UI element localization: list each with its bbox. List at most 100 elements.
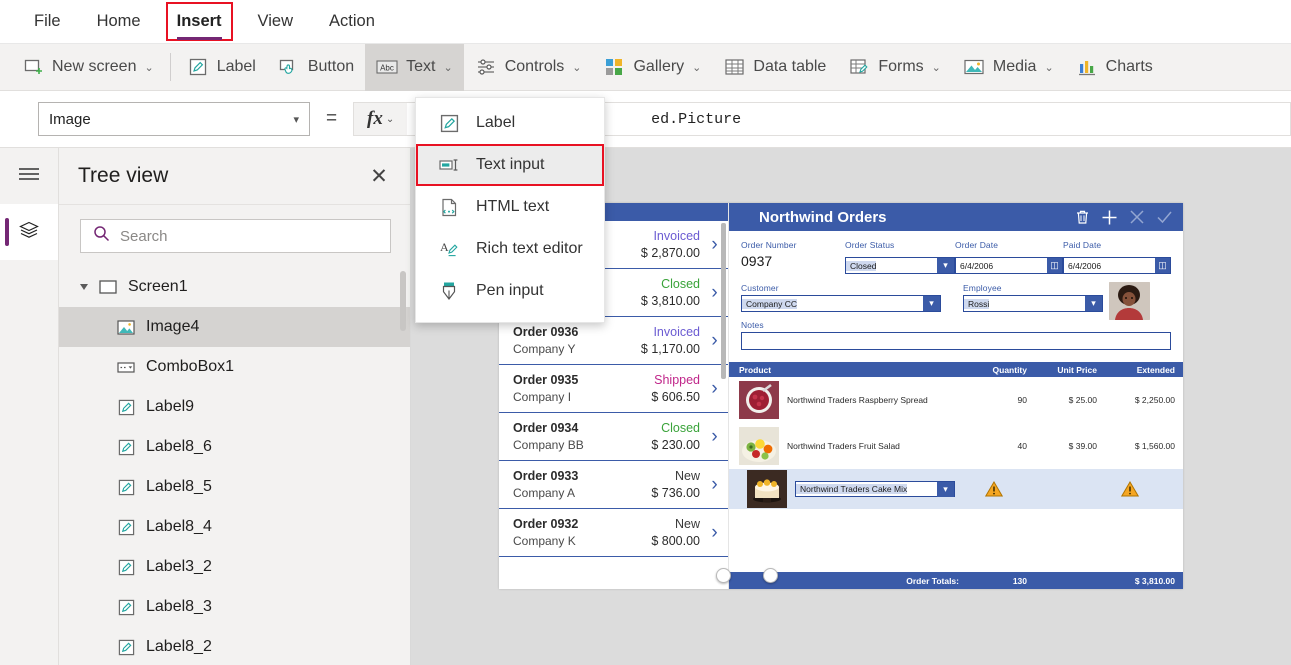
field-paid-date: Paid Date 6/4/2006 ◫ <box>1063 240 1171 274</box>
chevron-expand-icon[interactable] <box>80 284 88 290</box>
menu-item-pen-input-text: Pen input <box>476 282 544 300</box>
active-tab-underline <box>177 37 222 40</box>
ribbon-gallery-label: Gallery <box>633 58 684 76</box>
calendar-icon[interactable]: ◫ <box>1155 258 1170 273</box>
ribbon-controls[interactable]: Controls ⌄ <box>464 44 593 91</box>
product-name: Northwind Traders Raspberry Spread <box>787 395 928 405</box>
tree-node-combobox1[interactable]: ComboBox1 <box>59 347 410 387</box>
controls-icon <box>475 56 497 78</box>
ribbon-charts[interactable]: Charts <box>1065 44 1164 91</box>
trash-icon[interactable] <box>1075 209 1090 225</box>
order-status-combobox[interactable]: Closed ▾ <box>845 257 955 274</box>
chevron-down-icon[interactable]: ▾ <box>937 258 954 273</box>
resize-handle-top-left[interactable] <box>716 568 731 583</box>
order-right: Shipped $ 606.50 <box>651 372 700 406</box>
fx-button[interactable]: fx ⌄ <box>353 102 407 136</box>
new-screen-icon <box>22 56 44 78</box>
employee-combobox[interactable]: Rossi ▾ <box>963 295 1103 312</box>
paid-date-picker[interactable]: 6/4/2006 ◫ <box>1063 257 1171 274</box>
tree-node-label8_3[interactable]: Label8_3 <box>59 587 410 627</box>
menu-item-home[interactable]: Home <box>93 9 145 34</box>
hamburger-menu-button[interactable] <box>0 148 58 204</box>
chevron-down-icon: ⌄ <box>386 114 394 125</box>
menu-item-action[interactable]: Action <box>325 9 379 34</box>
tree-node-label: Label9 <box>146 398 194 416</box>
tree-node-label8_6[interactable]: Label8_6 <box>59 427 410 467</box>
chevron-down-icon[interactable]: ▾ <box>937 482 954 497</box>
ribbon-new-screen[interactable]: New screen ⌄ <box>0 44 165 91</box>
order-list-item[interactable]: Order 0936 Company Y Invoiced $ 1,170.00… <box>499 317 728 365</box>
tree-scrollbar[interactable] <box>400 271 406 331</box>
order-list-item[interactable]: Order 0935 Company I Shipped $ 606.50 › <box>499 365 728 413</box>
menu-item-file[interactable]: File <box>30 9 65 34</box>
tree-node-label8_5[interactable]: Label8_5 <box>59 467 410 507</box>
order-date-picker[interactable]: 6/4/2006 ◫ <box>955 257 1063 274</box>
check-icon[interactable] <box>1156 209 1173 225</box>
tree-node-label8_4[interactable]: Label8_4 <box>59 507 410 547</box>
table-row[interactable]: Northwind Traders Cake Mix ▾ <box>729 469 1183 509</box>
chevron-down-icon[interactable]: ▾ <box>923 296 940 311</box>
product-cell: Northwind Traders Fruit Salad <box>739 427 963 465</box>
ribbon-gallery[interactable]: Gallery ⌄ <box>592 44 712 91</box>
menu-item-rich-text-editor-text: Rich text editor <box>476 240 583 258</box>
ribbon-label[interactable]: Label <box>176 44 267 91</box>
customer-combobox[interactable]: Company CC ▾ <box>741 295 941 312</box>
cancel-icon[interactable] <box>1129 209 1145 225</box>
order-id: Order 0932 <box>513 516 651 533</box>
ribbon-forms[interactable]: Forms ⌄ <box>837 44 952 91</box>
chevron-right-icon[interactable]: › <box>707 235 722 254</box>
ribbon-forms-label: Forms <box>878 58 923 76</box>
product-combobox[interactable]: Northwind Traders Cake Mix ▾ <box>795 481 955 497</box>
tree-view-rail-button[interactable] <box>0 204 58 260</box>
order-company: Company A <box>513 485 651 501</box>
menu-item-view[interactable]: View <box>254 9 297 34</box>
menu-item-label[interactable]: Label <box>416 102 604 144</box>
tree-node-label3_2[interactable]: Label3_2 <box>59 547 410 587</box>
chevron-right-icon[interactable]: › <box>707 523 722 542</box>
ribbon-text[interactable]: Abc Text ⌄ <box>365 44 464 91</box>
label-icon <box>438 112 460 134</box>
insert-ribbon: New screen ⌄ Label Button Abc Text ⌄ Con… <box>0 44 1291 91</box>
chevron-right-icon[interactable]: › <box>707 475 722 494</box>
search-input[interactable]: Search <box>80 219 391 253</box>
order-list-item[interactable]: Order 0934 Company BB Closed $ 230.00 › <box>499 413 728 461</box>
tree-node-label9[interactable]: Label9 <box>59 387 410 427</box>
ribbon-data-table[interactable]: Data table <box>712 44 837 91</box>
chevron-right-icon[interactable]: › <box>707 331 722 350</box>
formula-bar: Image ▾ = fx ⌄ ed.Picture <box>0 91 1291 148</box>
data-table-icon <box>723 56 745 78</box>
menu-item-html-text[interactable]: HTML text <box>416 186 604 228</box>
equals-sign: = <box>326 108 337 130</box>
menu-item-text-input[interactable]: Text input <box>416 144 604 186</box>
menu-item-rich-text-editor[interactable]: A Rich text editor <box>416 228 604 270</box>
order-status-value: Closed <box>846 261 876 271</box>
chevron-right-icon[interactable]: › <box>707 283 722 302</box>
ribbon-media[interactable]: Media ⌄ <box>952 44 1065 91</box>
resize-handle-top-right[interactable] <box>763 568 778 583</box>
menu-item-pen-input[interactable]: Pen input <box>416 270 604 312</box>
order-left: Order 0934 Company BB <box>513 420 651 453</box>
field-label: Order Status <box>845 240 955 250</box>
ribbon-button[interactable]: Button <box>267 44 365 91</box>
unit-price-value: $ 39.00 <box>1027 441 1097 451</box>
gallery-scrollbar[interactable] <box>721 223 726 379</box>
order-list-item[interactable]: Order 0933 Company A New $ 736.00 › <box>499 461 728 509</box>
chevron-right-icon[interactable]: › <box>707 427 722 446</box>
table-row[interactable]: Northwind Traders Raspberry Spread 90 $ … <box>729 377 1183 423</box>
order-right: New $ 800.00 <box>651 516 700 550</box>
chevron-down-icon[interactable]: ▾ <box>1085 296 1102 311</box>
plus-icon[interactable] <box>1101 209 1118 226</box>
order-list-item[interactable]: Order 0932 Company K New $ 800.00 › <box>499 509 728 557</box>
tree-node-label8_2[interactable]: Label8_2 <box>59 627 410 665</box>
tree-node-image4[interactable]: Image4 <box>59 307 410 347</box>
chevron-right-icon[interactable]: › <box>707 379 722 398</box>
menu-item-insert[interactable]: Insert <box>173 9 226 34</box>
close-icon[interactable]: ✕ <box>366 164 392 189</box>
tree-node-screen1[interactable]: Screen1 <box>59 267 410 307</box>
calendar-icon[interactable]: ◫ <box>1047 258 1062 273</box>
column-header-product: Product <box>739 365 963 375</box>
chevron-down-icon: ⌄ <box>144 61 153 74</box>
property-selector[interactable]: Image ▾ <box>38 102 310 136</box>
table-row[interactable]: Northwind Traders Fruit Salad 40 $ 39.00… <box>729 423 1183 469</box>
notes-input[interactable] <box>741 332 1171 350</box>
